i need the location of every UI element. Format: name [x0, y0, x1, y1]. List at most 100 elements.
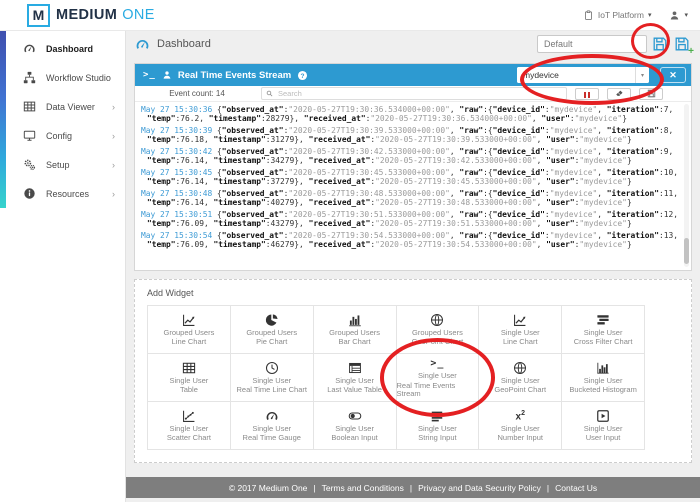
- widget-cell-label-1: Single User: [501, 329, 540, 338]
- save-icon: [652, 36, 669, 52]
- pie-chart-icon: [265, 313, 279, 328]
- widget-cell-geopoint-chart[interactable]: Single User GeoPoint Chart: [479, 354, 562, 402]
- close-widget-button[interactable]: ✕: [660, 67, 686, 83]
- widget-cell-last-value-table[interactable]: Single User Last Value Table: [314, 354, 397, 402]
- footer-link-terms-and-conditions[interactable]: Terms and Conditions: [307, 483, 403, 493]
- widget-cell-number-input[interactable]: x2 Single User Number Input: [479, 402, 562, 450]
- user-menu[interactable]: ▾: [669, 10, 688, 21]
- widget-cell-geopoint-chart[interactable]: Grouped Users GeoPoint Chart: [397, 306, 480, 354]
- widget-cell-line-chart[interactable]: Grouped Users Line Chart: [148, 306, 231, 354]
- platform-menu[interactable]: IoT Platform ▾: [583, 10, 652, 21]
- widget-toolbar: Event count: 14: [135, 86, 691, 102]
- sidebar-item-label: Data Viewer: [46, 102, 95, 112]
- widget-cell-label-2: Last Value Table: [327, 386, 382, 395]
- cross-filter-icon: [596, 313, 610, 328]
- user-icon: [669, 10, 680, 21]
- sidebar-item-label: Setup: [46, 160, 70, 170]
- device-filter-input[interactable]: [517, 67, 635, 83]
- log-timestamp: May 27 15:30:45: [141, 168, 212, 177]
- widget-cell-real-time-gauge[interactable]: Single User Real Time Gauge: [231, 402, 314, 450]
- widget-cell-label-2: Bar Chart: [339, 338, 371, 347]
- sidebar-item-resources[interactable]: Resources ›: [0, 179, 125, 208]
- table-grid-icon: [23, 100, 36, 113]
- widget-cell-scatter-chart[interactable]: Single User Scatter Chart: [148, 402, 231, 450]
- gauge-icon: [23, 42, 36, 55]
- widget-cell-label-1: Grouped Users: [163, 329, 214, 338]
- log-entry: May 27 15:30:54 {"observed_at":"2020-05-…: [141, 231, 683, 249]
- scrollbar-thumb[interactable]: [684, 238, 689, 264]
- widget-cell-string-input[interactable]: Single User String Input: [397, 402, 480, 450]
- widget-cell-label-2: Cross Filter Chart: [574, 338, 633, 347]
- pause-stream-button[interactable]: [575, 88, 599, 100]
- sidebar-item-config[interactable]: Config ›: [0, 121, 125, 150]
- widget-cell-cross-filter-chart[interactable]: Single User Cross Filter Chart: [562, 306, 645, 354]
- lines-icon: [430, 409, 444, 424]
- log-json: {"observed_at":"2020-05-27T19:30:36.5340…: [147, 105, 673, 123]
- widget-cell-table[interactable]: Single User Table: [148, 354, 231, 402]
- sidebar-item-data-viewer[interactable]: Data Viewer ›: [0, 92, 125, 121]
- plus-icon: +: [688, 46, 694, 57]
- widget-cell-real-time-events-stream[interactable]: >_ Single User Real Time Events Stream: [397, 354, 480, 402]
- table-grid-icon: [182, 361, 196, 376]
- save-as-new-dashboard-button[interactable]: +: [674, 36, 691, 53]
- sidebar-item-dashboard[interactable]: Dashboard ›: [0, 34, 125, 63]
- footer-link-privacy-and-data-security-policy[interactable]: Privacy and Data Security Policy: [404, 483, 541, 493]
- log-json: {"observed_at":"2020-05-27T19:30:42.5330…: [147, 147, 673, 165]
- widget-cell-bar-chart[interactable]: Grouped Users Bar Chart: [314, 306, 397, 354]
- log-entry: May 27 15:30:51 {"observed_at":"2020-05-…: [141, 210, 683, 228]
- widget-cell-label-1: Grouped Users: [329, 329, 380, 338]
- widget-cell-pie-chart[interactable]: Grouped Users Pie Chart: [231, 306, 314, 354]
- event-log: May 27 15:30:36 {"observed_at":"2020-05-…: [135, 102, 691, 270]
- widget-cell-label-1: Single User: [252, 377, 291, 386]
- sidebar-item-setup[interactable]: Setup ›: [0, 150, 125, 179]
- save-icon: [647, 89, 656, 98]
- clear-events-button[interactable]: [607, 88, 631, 100]
- widget-cell-label-1: Single User: [170, 425, 209, 434]
- widget-cell-label-1: Single User: [170, 377, 209, 386]
- log-timestamp: May 27 15:30:48: [141, 189, 212, 198]
- widget-cell-label-1: Single User: [335, 425, 374, 434]
- combobox-caret-icon[interactable]: ▾: [635, 67, 649, 83]
- brand-logo[interactable]: M MEDIUM ONE: [27, 4, 155, 27]
- add-widget-title: Add Widget: [147, 288, 681, 298]
- sidebar-item-workflow-studio[interactable]: Workflow Studio ›: [0, 63, 125, 92]
- footer-link-contact-us[interactable]: Contact Us: [541, 483, 597, 493]
- log-timestamp: May 27 15:30:36: [141, 105, 212, 114]
- pause-icon: [583, 86, 591, 101]
- platform-menu-label: IoT Platform: [598, 10, 644, 20]
- export-events-button[interactable]: [639, 88, 663, 100]
- widget-cell-label-2: GeoPoint Chart: [412, 338, 464, 347]
- widget-cell-label-1: Single User: [501, 377, 540, 386]
- widget-cell-label-2: Real Time Events Stream: [397, 382, 479, 399]
- log-json: {"observed_at":"2020-05-27T19:30:45.5330…: [147, 168, 678, 186]
- widget-cell-real-time-line-chart[interactable]: Single User Real Time Line Chart: [231, 354, 314, 402]
- widget-cell-line-chart[interactable]: Single User Line Chart: [479, 306, 562, 354]
- widget-cell-label-1: Single User: [584, 425, 623, 434]
- save-dashboard-button[interactable]: [652, 36, 669, 53]
- widget-gallery-grid: Grouped Users Line Chart Grouped Users P…: [147, 305, 645, 450]
- medium-one-logo-icon: M: [27, 4, 50, 27]
- widget-cell-boolean-input[interactable]: Single User Boolean Input: [314, 402, 397, 450]
- event-count-label: Event count: 14: [141, 89, 253, 98]
- log-timestamp: May 27 15:30:42: [141, 147, 212, 156]
- copyright-text: © 2017 Medium One: [229, 483, 308, 493]
- add-widget-panel: Add Widget Grouped Users Line Chart Grou…: [134, 279, 692, 463]
- log-timestamp: May 27 15:30:51: [141, 210, 212, 219]
- help-icon[interactable]: ?: [297, 70, 308, 81]
- log-json: {"observed_at":"2020-05-27T19:30:48.5330…: [147, 189, 678, 207]
- widget-cell-bucketed-histogram[interactable]: Single User Bucketed Histogram: [562, 354, 645, 402]
- line-chart-icon: [513, 313, 527, 328]
- sitemap-icon: [23, 71, 36, 84]
- terminal-icon: >_: [430, 356, 444, 371]
- chevron-right-icon: ›: [112, 189, 115, 199]
- event-search-input[interactable]: [276, 88, 562, 99]
- log-entry: May 27 15:30:45 {"observed_at":"2020-05-…: [141, 168, 683, 186]
- dashboard-name-input[interactable]: [537, 35, 647, 53]
- chevron-right-icon: ›: [112, 160, 115, 170]
- line-chart-icon: [182, 313, 196, 328]
- widget-cell-user-input[interactable]: Single User User Input: [562, 402, 645, 450]
- sidebar-item-label: Config: [46, 131, 72, 141]
- log-timestamp: May 27 15:30:39: [141, 126, 212, 135]
- chevron-down-icon: ▾: [684, 11, 688, 19]
- log-entry: May 27 15:30:48 {"observed_at":"2020-05-…: [141, 189, 683, 207]
